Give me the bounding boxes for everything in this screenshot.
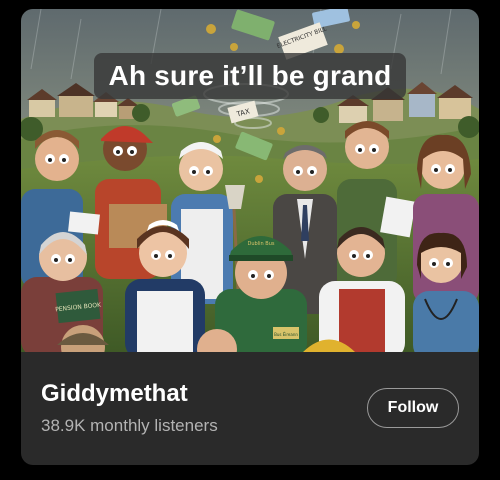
artwork-caption: Ah sure it’ll be grand xyxy=(94,53,406,99)
artist-card[interactable]: ELECTRICITY BILL TAX PENSION BOOK Dublin… xyxy=(21,9,479,465)
svg-text:Dublin Bus: Dublin Bus xyxy=(248,241,275,247)
monthly-listeners: 38.9K monthly listeners xyxy=(41,416,218,435)
artist-artwork: ELECTRICITY BILL TAX PENSION BOOK Dublin… xyxy=(21,9,479,352)
svg-text:Bus Éireann: Bus Éireann xyxy=(274,332,298,337)
follow-button[interactable]: Follow xyxy=(367,388,459,428)
artist-info: Giddymethat 38.9K monthly listeners Foll… xyxy=(21,352,479,465)
held-paper-left xyxy=(68,211,100,235)
artist-name[interactable]: Giddymethat xyxy=(41,380,188,408)
